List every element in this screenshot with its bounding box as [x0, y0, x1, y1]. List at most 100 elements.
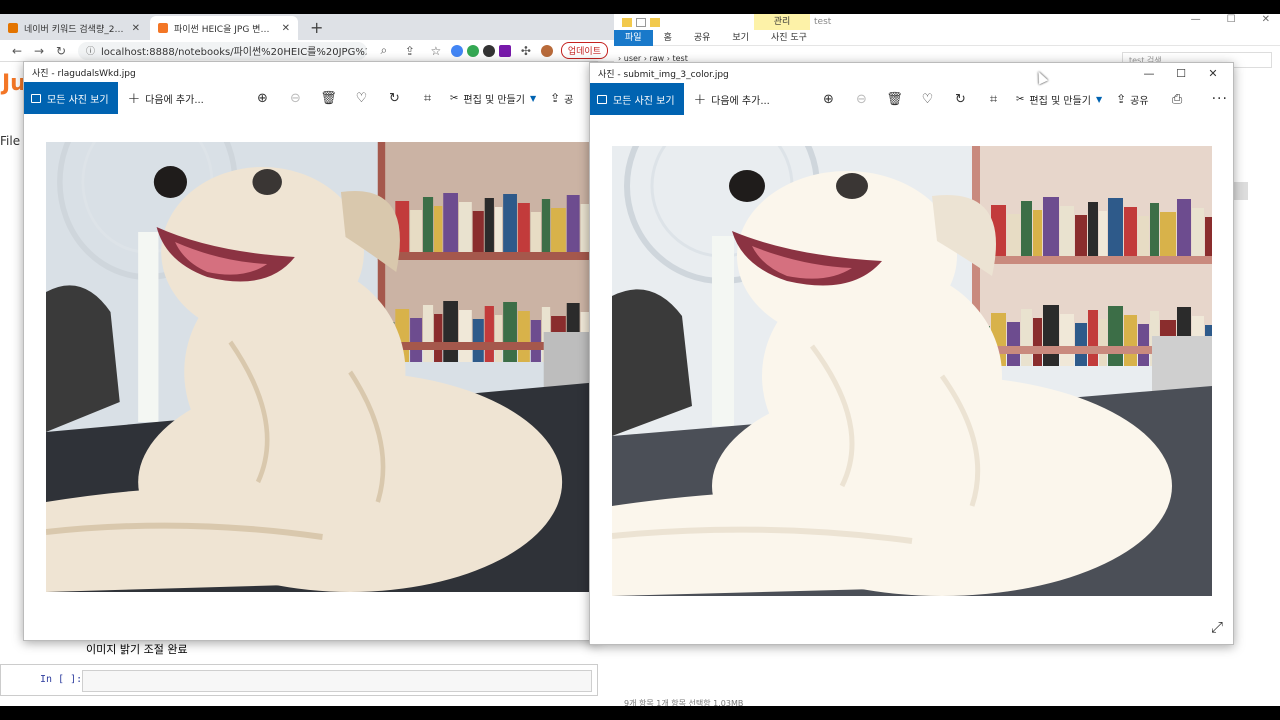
properties-icon[interactable]: [636, 17, 646, 27]
manage-tab[interactable]: 관리: [754, 14, 810, 30]
zoom-icon[interactable]: ⌕: [373, 43, 395, 58]
close-icon[interactable]: ✕: [1197, 67, 1229, 80]
new-folder-icon[interactable]: [650, 17, 660, 27]
address-bar[interactable]: ⓘ localhost:8888/notebooks/파이썬%20HEIC를%2…: [78, 41, 367, 60]
zoom-out-icon[interactable]: ⊖: [279, 91, 312, 106]
photos-window-controls: — ☐ ✕: [1133, 63, 1229, 83]
url-text: localhost:8888/notebooks/파이썬%20HEIC를%20J…: [101, 47, 367, 58]
share-icon: ⇪: [550, 91, 561, 105]
edit-icon: ✂: [450, 92, 459, 104]
rotate-icon[interactable]: ↻: [944, 92, 977, 107]
tab-title: 파이썬 HEIC을 JPG 변환후 이미...: [174, 24, 276, 35]
browser-tab-naver[interactable]: 네이버 키워드 검색량_2022042... ✕: [0, 16, 148, 40]
explorer-ribbon: 파일 홈 공유 보기 사진 도구: [614, 29, 1280, 46]
see-all-photos-button[interactable]: 모든 사진 보기: [24, 82, 118, 114]
extension-icons: ⌕ ⇪ ☆ ✣ 업데이트: [373, 42, 608, 59]
zoom-out-icon[interactable]: ⊖: [845, 92, 878, 107]
tab-title: 네이버 키워드 검색량_2022042...: [24, 24, 126, 35]
photos-tools: ⊕ ⊖ 🗑 ♡ ↻ ⌗ ✂ 편집 및 만들기 ▼ ⇪ 공유 ⎙ ···: [812, 91, 1228, 107]
naver-favicon-icon: [8, 23, 18, 33]
info-icon[interactable]: ⓘ: [86, 44, 95, 57]
minimize-icon[interactable]: —: [1191, 14, 1201, 25]
top-letterbox: [0, 0, 1280, 14]
fullscreen-expand-icon[interactable]: ⤢: [1211, 618, 1223, 636]
jupyter-favicon-icon: [158, 23, 168, 33]
photos-titlebar: 사진 - submit_img_3_color.jpg — ☐ ✕: [590, 63, 1233, 83]
delete-icon[interactable]: 🗑: [312, 91, 345, 106]
cell-prompt: In [ ]:: [40, 674, 83, 685]
explorer-titlebar: test: [614, 14, 1280, 30]
photos-titlebar: 사진 - rlagudalsWkd.jpg: [24, 62, 597, 82]
photos-title: 사진 - rlagudalsWkd.jpg: [32, 68, 136, 79]
add-to-label: 다음에 추가...: [711, 95, 770, 107]
close-tab-icon[interactable]: ✕: [282, 23, 290, 34]
reload-icon[interactable]: ↻: [50, 44, 72, 58]
ribbon-tab-share[interactable]: 공유: [683, 30, 722, 46]
rotate-icon[interactable]: ↻: [378, 91, 411, 106]
bottom-letterbox: [0, 706, 1280, 720]
edit-create-label: 편집 및 만들기: [463, 94, 525, 106]
extension-blue-icon[interactable]: [450, 44, 463, 57]
chevron-down-icon: ▼: [1095, 94, 1103, 104]
add-to-button[interactable]: + 다음에 추가...: [694, 90, 770, 108]
back-icon[interactable]: ←: [6, 44, 28, 58]
see-all-photos-label: 모든 사진 보기: [613, 95, 675, 107]
print-icon[interactable]: ⎙: [1161, 92, 1194, 107]
crop-icon[interactable]: ⌗: [411, 91, 444, 106]
profile-avatar[interactable]: [540, 44, 553, 57]
update-button[interactable]: 업데이트: [560, 42, 608, 59]
forward-icon[interactable]: →: [28, 44, 50, 58]
close-tab-icon[interactable]: ✕: [132, 23, 140, 34]
add-to-button[interactable]: + 다음에 추가...: [128, 89, 204, 107]
extension-dark-icon[interactable]: [482, 44, 495, 57]
ribbon-tab-home[interactable]: 홈: [653, 30, 683, 46]
photo-album-icon: [597, 94, 607, 104]
extensions-puzzle-icon[interactable]: ✣: [515, 44, 537, 58]
delete-icon[interactable]: 🗑: [878, 92, 911, 107]
zoom-in-icon[interactable]: ⊕: [812, 92, 845, 107]
extension-onenote-icon[interactable]: [498, 44, 511, 57]
photos-title: 사진 - submit_img_3_color.jpg: [598, 69, 729, 80]
notebook-output-text: 이미지 밝기 조절 완료: [86, 643, 188, 656]
share-button[interactable]: ⇪ 공유: [550, 91, 574, 106]
dog-photo-color-adjusted: [612, 146, 1212, 596]
edit-icon: ✂: [1016, 93, 1025, 105]
maximize-icon[interactable]: ☐: [1165, 67, 1197, 80]
new-tab-button[interactable]: +: [300, 18, 333, 40]
ribbon-tab-picture-tools[interactable]: 사진 도구: [760, 30, 818, 46]
edit-create-menu[interactable]: ✂ 편집 및 만들기 ▼: [1016, 92, 1102, 107]
share-label: 공유: [1130, 95, 1149, 107]
zoom-in-icon[interactable]: ⊕: [246, 91, 279, 106]
close-icon[interactable]: ✕: [1262, 14, 1270, 25]
maximize-icon[interactable]: ☐: [1227, 14, 1236, 25]
share-button[interactable]: ⇪ 공유: [1116, 92, 1148, 107]
photos-tools: ⊕ ⊖ 🗑 ♡ ↻ ⌗ ✂ 편집 및 만들기 ▼ ⇪ 공유: [246, 91, 574, 106]
more-options-icon[interactable]: ···: [1212, 91, 1228, 107]
explorer-scrollbar[interactable]: [1234, 182, 1248, 200]
share-icon[interactable]: ⇪: [399, 44, 421, 58]
browser-tab-jupyter[interactable]: 파이썬 HEIC을 JPG 변환후 이미... ✕: [150, 16, 298, 40]
bookmark-star-icon[interactable]: ☆: [425, 44, 447, 58]
ribbon-tab-file[interactable]: 파일: [614, 29, 653, 46]
photos-window-color-adjusted: 사진 - submit_img_3_color.jpg — ☐ ✕ 모든 사진 …: [589, 62, 1234, 645]
menu-file[interactable]: File: [0, 134, 20, 148]
edit-create-menu[interactable]: ✂ 편집 및 만들기 ▼: [450, 91, 536, 106]
share-label: 공유: [564, 94, 574, 106]
photos-toolbar: 모든 사진 보기 + 다음에 추가... ⊕ ⊖ 🗑 ♡ ↻ ⌗ ✂ 편집 및 …: [590, 83, 1233, 115]
tab-strip: 네이버 키워드 검색량_2022042... ✕ 파이썬 HEIC을 JPG 변…: [0, 14, 614, 40]
photos-window-original: 사진 - rlagudalsWkd.jpg 모든 사진 보기 + 다음에 추가.…: [23, 61, 599, 641]
see-all-photos-button[interactable]: 모든 사진 보기: [590, 83, 684, 115]
folder-icon: [622, 17, 632, 27]
see-all-photos-label: 모든 사진 보기: [47, 94, 109, 106]
cell-code-input[interactable]: [82, 670, 592, 692]
add-to-label: 다음에 추가...: [145, 94, 204, 106]
favorite-heart-icon[interactable]: ♡: [911, 92, 944, 107]
browser-toolbar: ← → ↻ ⓘ localhost:8888/notebooks/파이썬%20H…: [0, 40, 614, 62]
plus-icon: +: [127, 89, 141, 107]
crop-icon[interactable]: ⌗: [977, 92, 1010, 107]
minimize-icon[interactable]: —: [1133, 67, 1165, 80]
ribbon-tab-view[interactable]: 보기: [721, 30, 760, 46]
chevron-down-icon: ▼: [529, 93, 537, 103]
extension-green-icon[interactable]: [466, 44, 479, 57]
favorite-heart-icon[interactable]: ♡: [345, 91, 378, 106]
